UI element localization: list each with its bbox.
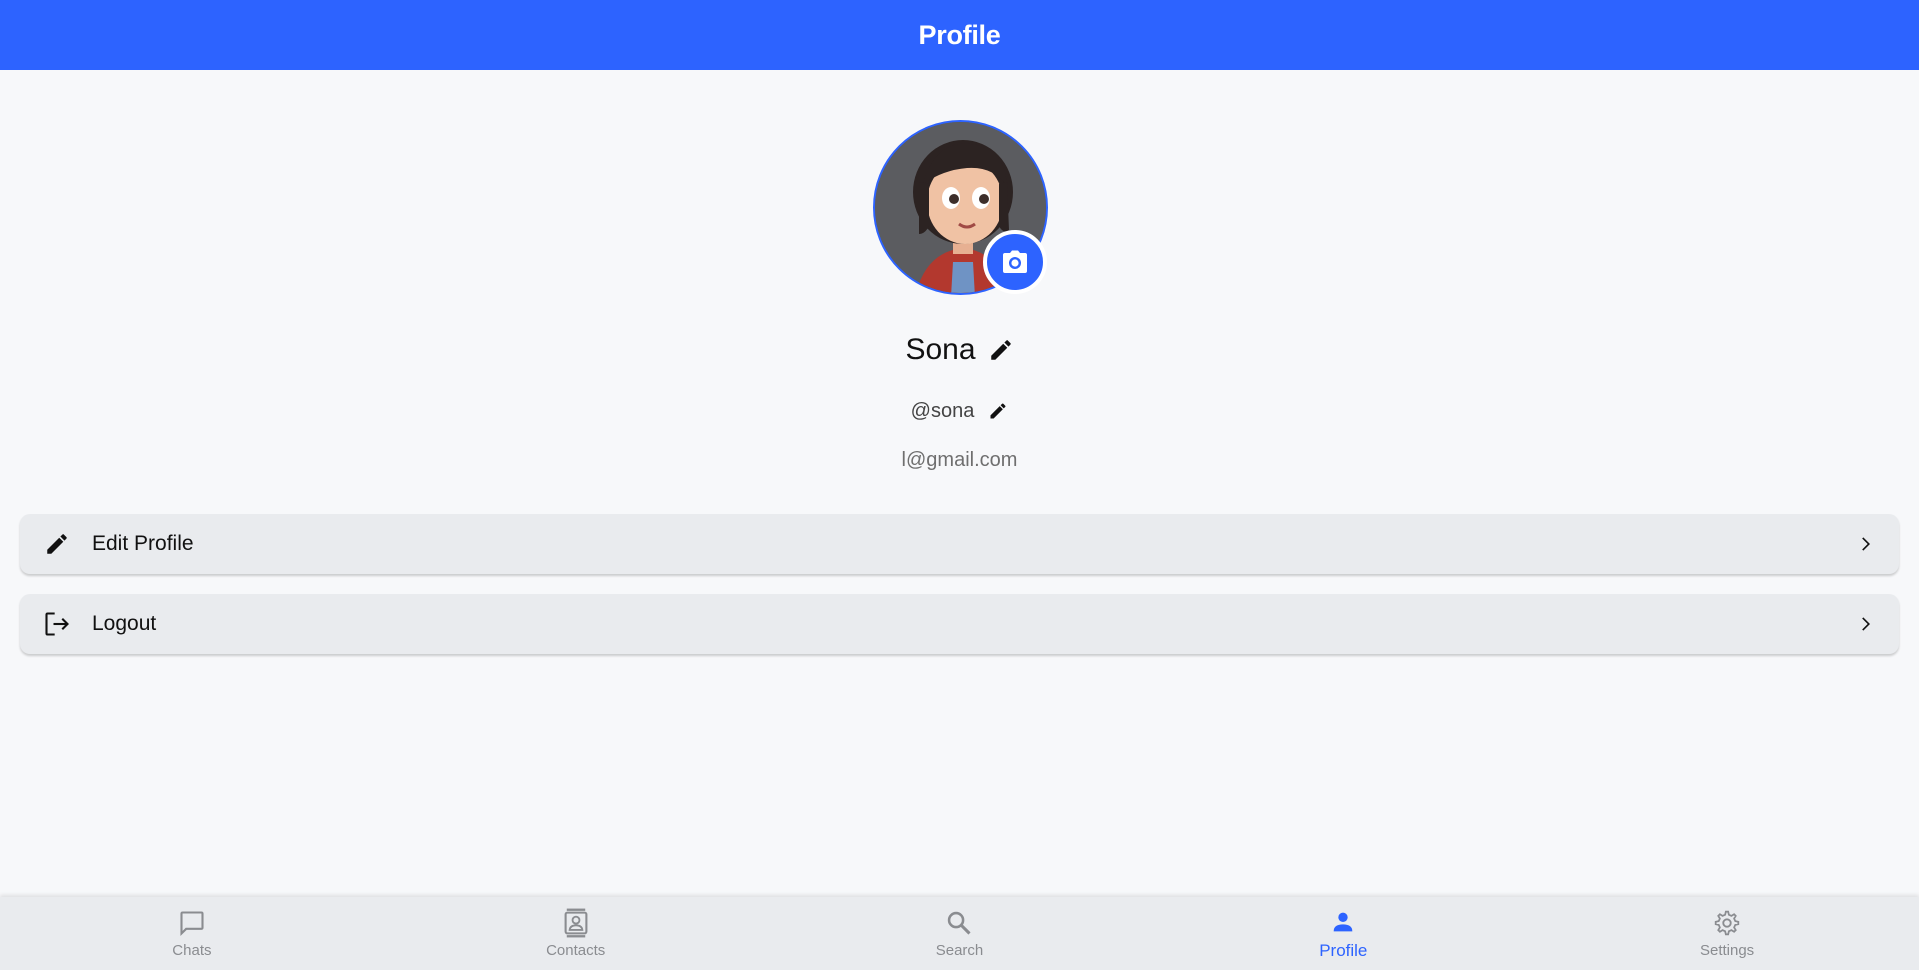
edit-profile-item[interactable]: Edit Profile [20, 514, 1899, 574]
username-row: @sona [0, 396, 1919, 426]
nav-label: Search [935, 942, 984, 959]
nav-item-chats[interactable]: Chats [0, 897, 384, 970]
app-bar: Profile [0, 0, 1919, 70]
edit-name-button[interactable] [988, 337, 1014, 363]
gear-icon [1712, 908, 1742, 938]
email-row: l@gmail.com [0, 445, 1919, 475]
nav-label: Profile [1319, 940, 1368, 960]
profile-avatar-container [873, 120, 1048, 295]
person-icon [1328, 907, 1358, 937]
nav-label: Chats [172, 942, 212, 959]
profile-email: l@gmail.com [901, 448, 1018, 471]
chat-bubble-icon [177, 908, 207, 938]
menu-item-label: Edit Profile [92, 532, 194, 555]
pencil-icon [990, 340, 1011, 360]
bottom-navigation: Chats Contacts Search Profile Settings [0, 897, 1919, 970]
profile-username: @sona [910, 399, 975, 422]
profile-name: Sona [905, 333, 976, 366]
change-photo-button[interactable] [983, 230, 1047, 294]
contacts-icon [561, 908, 591, 938]
chevron-right-icon [1853, 532, 1877, 556]
pencil-icon [990, 403, 1006, 419]
search-icon [944, 908, 974, 938]
nav-item-settings[interactable]: Settings [1535, 897, 1919, 970]
nav-item-contacts[interactable]: Contacts [384, 897, 768, 970]
nav-label: Settings [1699, 942, 1755, 959]
edit-username-button[interactable] [988, 401, 1008, 421]
pencil-icon [42, 529, 72, 559]
menu-item-label: Logout [92, 612, 157, 635]
nav-label: Contacts [546, 942, 606, 959]
logout-icon [42, 609, 72, 639]
name-row: Sona [0, 328, 1919, 372]
camera-icon [1003, 250, 1027, 273]
nav-item-search[interactable]: Search [768, 897, 1152, 970]
nav-item-profile[interactable]: Profile [1151, 897, 1535, 970]
chevron-right-icon [1853, 612, 1877, 636]
logout-item[interactable]: Logout [20, 594, 1899, 654]
page-title: Profile [918, 19, 1001, 50]
